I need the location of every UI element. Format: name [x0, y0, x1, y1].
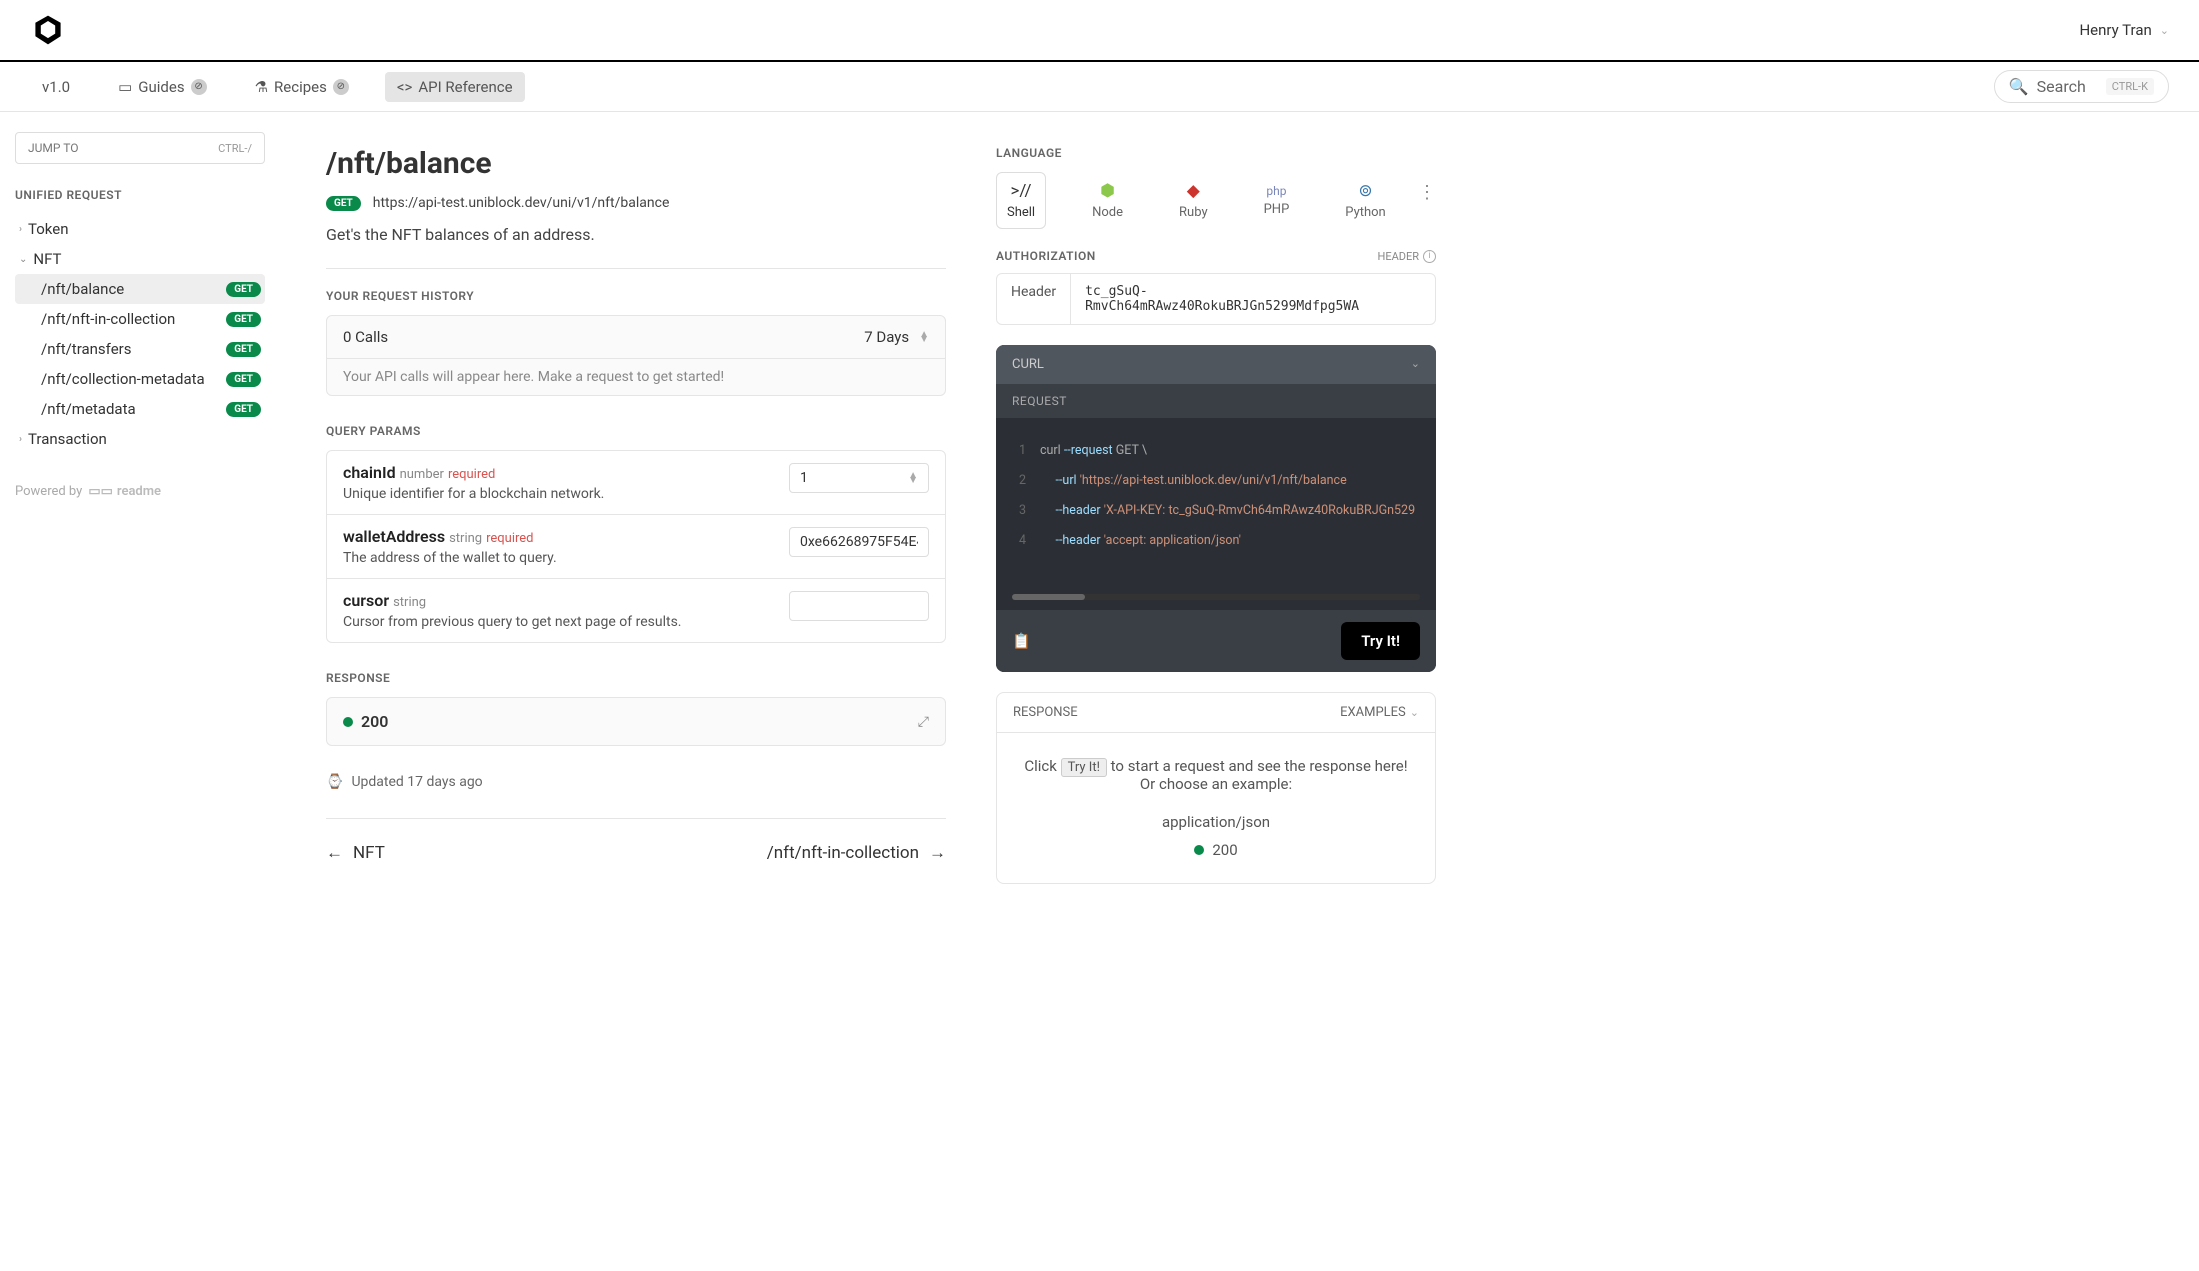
chevron-down-icon: ⌄ — [19, 254, 27, 265]
version-selector[interactable]: v1.0 — [30, 72, 82, 102]
cursor-input[interactable] — [789, 591, 929, 621]
arrow-left-icon: ← — [326, 843, 343, 863]
nav-recipes[interactable]: ⚗ Recipes ⊘ — [243, 72, 361, 102]
response-mime: application/json — [1021, 813, 1411, 831]
method-badge: GET — [326, 196, 361, 211]
walletaddress-input[interactable] — [789, 527, 929, 557]
response-hint: Click Try It! to start a request and see… — [1021, 757, 1411, 793]
updated-stamp: ⌚ Updated 17 days ago — [326, 774, 946, 790]
info-icon: i — [1423, 250, 1436, 263]
auth-box: Header tc_gSuQ-RmvCh64mRAwz40RokuBRJGn52… — [996, 273, 1436, 325]
page-title: /nft/balance — [326, 146, 946, 181]
sidebar-item-token[interactable]: ›Token — [15, 214, 265, 244]
language-label: LANGUAGE — [996, 146, 1436, 160]
sidebar-section-heading: UNIFIED REQUEST — [15, 188, 265, 202]
code-body[interactable]: 1curl --request GET \ 2 --url 'https://a… — [996, 418, 1436, 588]
try-it-button[interactable]: Try It! — [1341, 622, 1420, 660]
sidebar-item-nft-balance[interactable]: /nft/balanceGET — [15, 274, 265, 304]
auth-label: AUTHORIZATION — [996, 249, 1096, 263]
nav-api-reference[interactable]: <> API Reference — [385, 72, 525, 102]
method-badge: GET — [226, 342, 261, 357]
code-hscrollbar[interactable] — [1012, 594, 1420, 600]
sidebar-item-nft-collection-metadata[interactable]: /nft/collection-metadataGET — [15, 364, 265, 394]
search-kbd: CTRL-K — [2106, 78, 2154, 95]
param-chainid: chainIdnumberrequired Unique identifier … — [327, 451, 945, 515]
user-menu[interactable]: Henry Tran ⌄ — [2079, 21, 2169, 39]
flask-icon: ⚗ — [255, 78, 268, 96]
chevron-right-icon: › — [19, 434, 22, 445]
lang-shell[interactable]: >//Shell — [996, 172, 1046, 229]
stepper-icon[interactable]: ▲▼ — [919, 332, 929, 342]
jumpto-button[interactable]: JUMP TO CTRL-/ — [15, 132, 265, 164]
arrow-right-icon: → — [929, 843, 946, 863]
watch-icon: ⌚ — [326, 774, 343, 790]
php-icon: php — [1266, 184, 1286, 198]
page-description: Get's the NFT balances of an address. — [326, 225, 946, 244]
chevron-down-icon: ⌄ — [2160, 24, 2169, 37]
code-section-label: REQUEST — [996, 384, 1436, 418]
method-badge: GET — [226, 372, 261, 387]
sidebar-item-nft-metadata[interactable]: /nft/metadataGET — [15, 394, 265, 424]
try-it-inline[interactable]: Try It! — [1061, 758, 1107, 777]
app-logo[interactable] — [30, 12, 66, 48]
powered-by[interactable]: Powered by ▭▭readme — [15, 484, 265, 499]
shell-icon: >// — [1011, 181, 1032, 201]
lang-more-icon[interactable]: ⋮ — [1418, 172, 1436, 203]
param-walletaddress: walletAddressstringrequired The address … — [327, 515, 945, 579]
code-panel: CURL⌄ REQUEST 1curl --request GET \ 2 --… — [996, 345, 1436, 672]
chevron-right-icon: › — [19, 224, 22, 235]
chevron-down-icon: ⌄ — [1410, 706, 1419, 719]
history-box: 0 Calls 7 Days ▲▼ Your API calls will app… — [326, 315, 946, 396]
pager-prev[interactable]: ←NFT — [326, 843, 385, 863]
lang-node[interactable]: ⬢Node — [1082, 173, 1133, 228]
response-label: RESPONSE — [1013, 705, 1078, 720]
response-panel: RESPONSE EXAMPLES⌄ Click Try It! to star… — [996, 692, 1436, 884]
lang-ruby[interactable]: ◆Ruby — [1169, 173, 1218, 228]
history-calls: 0 Calls — [343, 328, 388, 346]
expand-icon[interactable]: ⤢ — [918, 714, 929, 730]
ruby-icon: ◆ — [1187, 181, 1200, 201]
history-message: Your API calls will appear here. Make a … — [327, 358, 945, 395]
code-lang-selector[interactable]: CURL⌄ — [996, 345, 1436, 384]
response-row[interactable]: 200 ⤢ — [326, 697, 946, 746]
pager-next[interactable]: /nft/nft-in-collection→ — [767, 843, 946, 863]
node-icon: ⬢ — [1100, 181, 1115, 201]
blocked-icon: ⊘ — [191, 79, 207, 95]
lang-python[interactable]: ⊚Python — [1335, 173, 1395, 228]
response-status[interactable]: 200 — [1021, 841, 1411, 859]
response-label: RESPONSE — [326, 671, 946, 685]
status-dot-icon — [343, 717, 353, 727]
sidebar-item-nft-transfers[interactable]: /nft/transfersGET — [15, 334, 265, 364]
search-input[interactable]: 🔍 Search CTRL-K — [1994, 70, 2169, 103]
book-icon: ▭▭ — [88, 484, 113, 499]
method-badge: GET — [226, 282, 261, 297]
auth-type: HEADERi — [1377, 250, 1436, 263]
history-label: YOUR REQUEST HISTORY — [326, 289, 946, 303]
blocked-icon: ⊘ — [333, 79, 349, 95]
chevron-down-icon: ⌄ — [1411, 357, 1420, 372]
sidebar-item-nft[interactable]: ⌄NFT — [15, 244, 265, 274]
chainid-input[interactable]: 1▲▼ — [789, 463, 929, 493]
auth-value[interactable]: tc_gSuQ-RmvCh64mRAwz40RokuBRJGn5299Mdfpg… — [1071, 274, 1435, 324]
param-cursor: cursorstring Cursor from previous query … — [327, 579, 945, 642]
python-icon: ⊚ — [1358, 181, 1372, 201]
sidebar-item-nft-in-collection[interactable]: /nft/nft-in-collectionGET — [15, 304, 265, 334]
user-name: Henry Tran — [2079, 21, 2151, 39]
nav-guides[interactable]: ▭ Guides ⊘ — [106, 72, 218, 102]
copy-icon[interactable]: 📋 — [1012, 632, 1031, 650]
book-icon: ▭ — [118, 78, 132, 96]
method-badge: GET — [226, 312, 261, 327]
stepper-icon[interactable]: ▲▼ — [908, 473, 918, 483]
status-dot-icon — [1194, 845, 1204, 855]
method-badge: GET — [226, 402, 261, 417]
code-icon: <> — [397, 78, 412, 96]
search-icon: 🔍 — [2009, 77, 2029, 96]
history-period: 7 Days — [864, 328, 909, 346]
sidebar-item-transaction[interactable]: ›Transaction — [15, 424, 265, 454]
examples-selector[interactable]: EXAMPLES⌄ — [1340, 705, 1419, 720]
response-code: 200 — [361, 712, 388, 731]
endpoint-url: https://api-test.uniblock.dev/uni/v1/nft… — [373, 195, 670, 211]
query-label: QUERY PARAMS — [326, 424, 946, 438]
lang-php[interactable]: phpPHP — [1254, 176, 1300, 225]
